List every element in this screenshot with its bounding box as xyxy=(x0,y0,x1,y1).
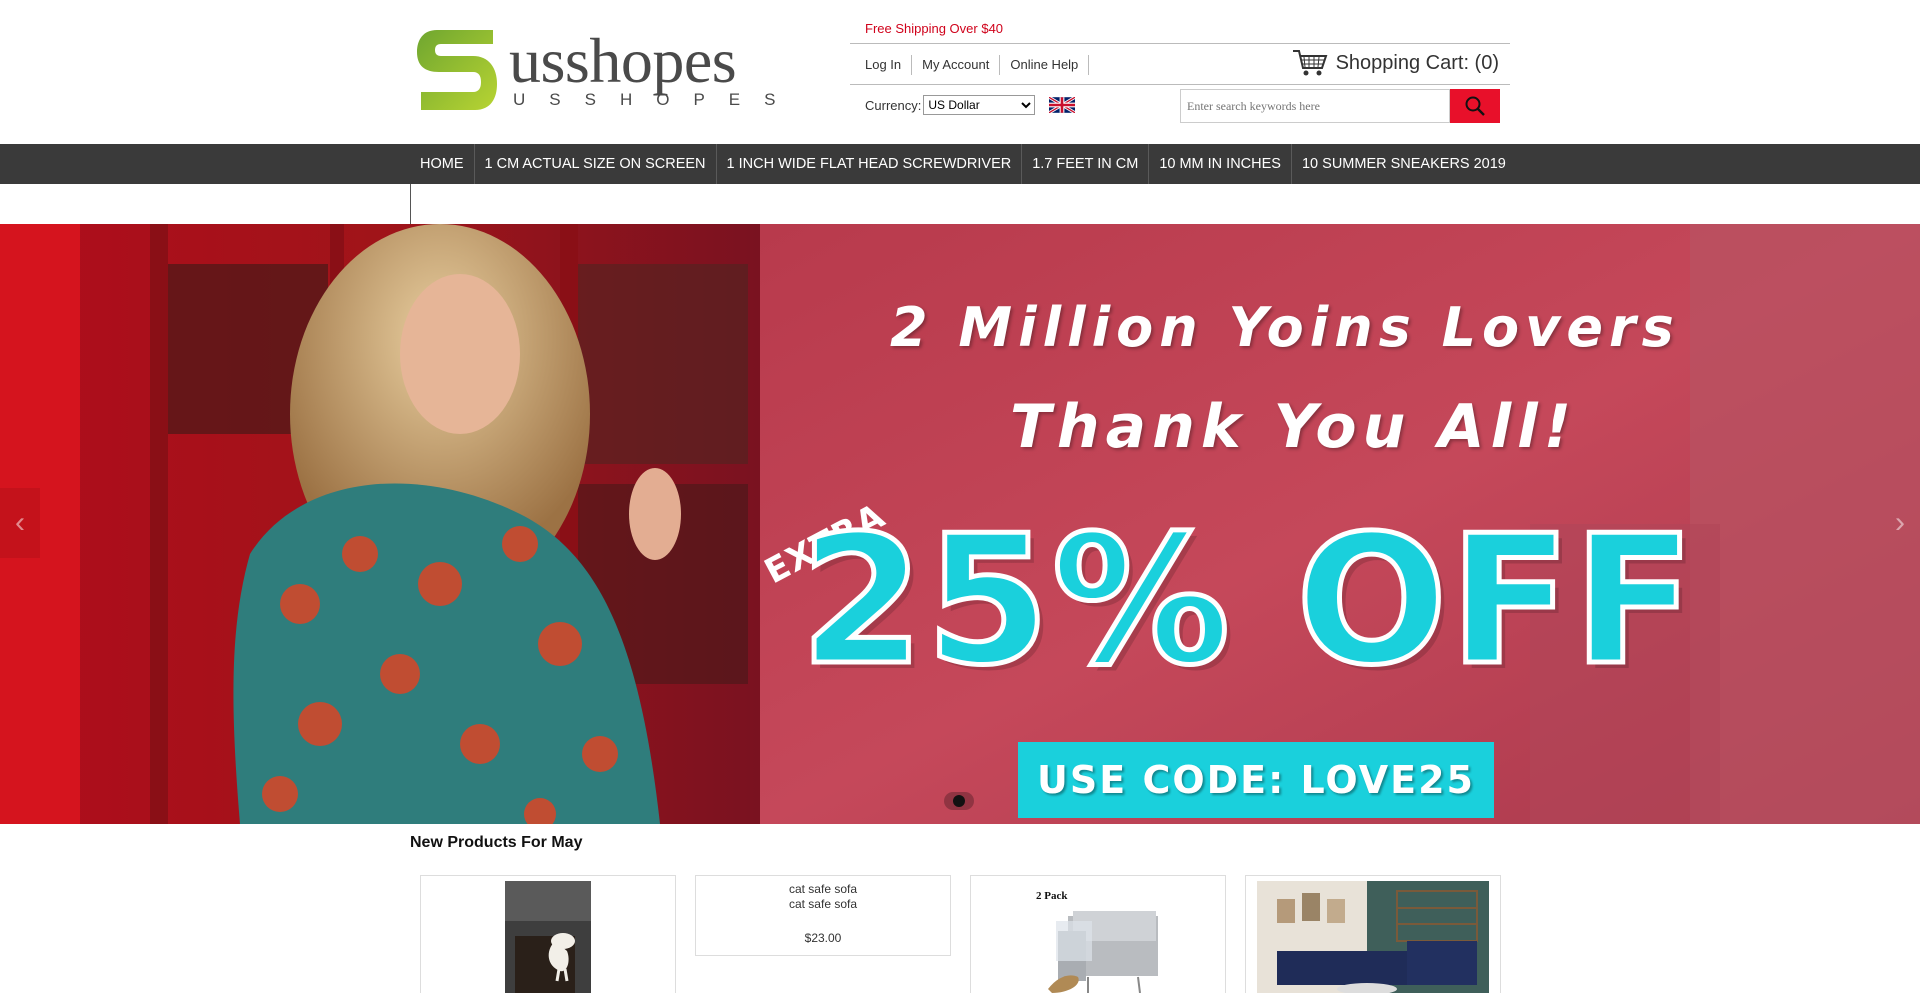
uk-flag-icon[interactable] xyxy=(1049,97,1076,113)
sub-nav xyxy=(0,184,1920,224)
next-slide-arrow[interactable]: › xyxy=(1880,488,1920,558)
site-logo[interactable]: usshopes USSHOPES xyxy=(413,25,775,116)
currency-label: Currency: xyxy=(865,97,922,113)
divider xyxy=(850,84,1510,85)
nav-item-home[interactable]: HOME xyxy=(410,144,475,184)
search-input[interactable] xyxy=(1180,89,1450,123)
search-button[interactable] xyxy=(1450,89,1500,123)
divider xyxy=(410,184,411,224)
product-card[interactable] xyxy=(420,875,676,993)
hero-banner[interactable]: ‹ › 2 Million Yoins Lovers Thank You All… xyxy=(0,224,1920,824)
login-link[interactable]: Log In xyxy=(865,55,913,75)
search-icon xyxy=(1465,96,1485,116)
slide-indicator[interactable] xyxy=(944,792,974,810)
search-bar xyxy=(1180,89,1500,123)
cart-icon xyxy=(1292,50,1327,76)
product-image[interactable] xyxy=(1257,881,1489,993)
nav-item-feet-in-cm[interactable]: 1.7 FEET IN CM xyxy=(1022,144,1150,184)
product-price: $23.00 xyxy=(804,931,842,945)
logo-name: usshopes xyxy=(509,25,737,96)
active-dot xyxy=(953,795,965,807)
nav-item-1cm-actual-size[interactable]: 1 CM ACTUAL SIZE ON SCREEN xyxy=(475,144,717,184)
currency-selector: Currency: US Dollar xyxy=(865,95,1076,115)
product-card[interactable] xyxy=(1245,875,1501,993)
product-badge: 2 Pack xyxy=(1036,890,1068,902)
my-account-link[interactable]: My Account xyxy=(912,55,1001,75)
account-links: Log In My Account Online Help xyxy=(865,55,1090,75)
logo-subtitle: USSHOPES xyxy=(513,90,800,109)
product-card[interactable]: 2 Pack xyxy=(970,875,1226,993)
product-card[interactable]: cat safe sofa cat safe sofa $23.00 xyxy=(695,875,951,956)
site-header: usshopes USSHOPES Free Shipping Over $40… xyxy=(0,0,1920,144)
cart-label: Shopping Cart: (0) xyxy=(1335,51,1499,74)
promo-code-box: USE CODE: LOVE25 xyxy=(1018,742,1494,818)
product-image[interactable] xyxy=(505,881,591,993)
banner-subheadline: Thank You All! xyxy=(1010,392,1578,462)
product-image[interactable]: 2 Pack xyxy=(1028,881,1168,993)
banner-discount: 25% OFF xyxy=(798,497,1698,704)
nav-item-mm-in-inches[interactable]: 10 MM IN INCHES xyxy=(1149,144,1292,184)
section-title: New Products For May xyxy=(410,834,583,851)
main-nav: HOME 1 CM ACTUAL SIZE ON SCREEN 1 INCH W… xyxy=(0,144,1920,184)
product-name[interactable]: cat safe sofa xyxy=(696,897,950,911)
prev-slide-arrow[interactable]: ‹ xyxy=(0,488,40,558)
online-help-link[interactable]: Online Help xyxy=(1000,55,1090,75)
logo-s-icon xyxy=(417,30,497,110)
nav-item-screwdriver[interactable]: 1 INCH WIDE FLAT HEAD SCREWDRIVER xyxy=(717,144,1023,184)
free-shipping-promo: Free Shipping Over $40 xyxy=(865,21,1004,36)
product-image-alt[interactable]: cat safe sofa xyxy=(696,876,950,897)
banner-headline: 2 Million Yoins Lovers xyxy=(890,296,1680,359)
nav-item-summer-sneakers[interactable]: 10 SUMMER SNEAKERS 2019 xyxy=(1292,144,1516,184)
divider xyxy=(850,43,1510,44)
currency-select[interactable]: US Dollar xyxy=(923,95,1036,115)
shopping-cart[interactable]: Shopping Cart: (0) xyxy=(1292,48,1499,78)
